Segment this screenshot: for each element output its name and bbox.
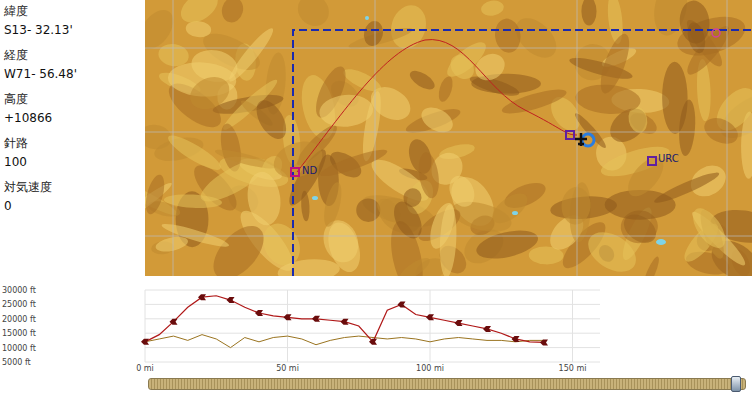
readout-value: +10866 [4,111,145,126]
waypoint-marker-icon[interactable] [483,326,491,332]
waypoint-marker-icon[interactable] [341,319,349,325]
waypoint-marker-icon[interactable] [170,319,178,325]
waypoint-marker-icon[interactable] [312,316,320,322]
waypoint-label: ND [302,165,317,177]
readout: 緯度 S13- 32.13' [4,4,145,38]
altitude-profile-chart: 30000 ft 25000 ft 20000 ft 15000 ft 10000 ft… [0,283,607,373]
terrain-map[interactable] [145,0,752,276]
route-line [297,40,577,172]
readout: 経度 W71- 56.48' [4,48,145,82]
waypoint-marker-icon[interactable] [512,336,520,342]
readout-panel: 緯度 S13- 32.13' 経度 W71- 56.48' 高度 +10866 針路 100 対… [0,0,145,276]
map[interactable]: ND URC [145,0,752,276]
top-row: 緯度 S13- 32.13' 経度 W71- 56.48' 高度 +10866 針路 100 対… [0,0,752,276]
readout-label: 経度 [4,48,145,63]
waypoint-icon[interactable] [291,168,299,176]
waypoint-marker-icon[interactable] [284,314,292,320]
readout: 対気速度 0 [4,180,145,214]
waypoint-icon[interactable] [566,131,574,139]
y-tick: 20000 ft [2,315,36,324]
x-tick: 50 mi [276,364,299,373]
y-tick: 15000 ft [2,329,36,338]
slider-thumb[interactable] [731,376,741,392]
altitude-series [145,296,544,343]
x-tick: 100 mi [416,364,444,373]
waypoint-icon[interactable] [648,157,656,165]
waypoint-marker-icon[interactable] [198,294,206,300]
readout-label: 対気速度 [4,180,145,195]
waypoint-marker-icon[interactable] [426,314,434,320]
waypoint-marker-icon[interactable] [455,320,463,326]
readout: 針路 100 [4,136,145,170]
waypoint-marker-icon[interactable] [398,301,406,307]
readout-value: 100 [4,155,145,170]
readout-value: W71- 56.48' [4,67,145,82]
readout-label: 針路 [4,136,145,151]
waypoint-marker-icon[interactable] [141,339,149,345]
waypoint-marker-icon[interactable] [255,310,263,316]
y-tick: 25000 ft [2,300,36,309]
marker-icon [712,29,720,37]
x-tick: 0 mi [136,364,154,373]
waypoint-marker-icon[interactable] [227,297,235,303]
readout-label: 高度 [4,92,145,107]
waypoint-marker-icon[interactable] [369,339,377,345]
aircraft-icon[interactable] [575,133,594,146]
readout-label: 緯度 [4,4,145,19]
x-tick: 150 mi [559,364,587,373]
flight-map-page: 緯度 S13- 32.13' 経度 W71- 56.48' 高度 +10866 針路 100 対… [0,0,752,401]
readout-value: S13- 32.13' [4,23,145,38]
timeline-slider[interactable] [148,378,746,390]
waypoint-marker-icon[interactable] [540,339,548,345]
boundary-line [293,30,752,276]
readout: 高度 +10866 [4,92,145,126]
terrain-series [145,335,544,348]
timeline-row [0,378,752,390]
profile-row: 30000 ft 25000 ft 20000 ft 15000 ft 10000 ft… [0,283,752,373]
readout-value: 0 [4,199,145,214]
y-tick: 5000 ft [2,358,31,367]
waypoint-label: URC [658,153,679,165]
y-tick: 10000 ft [2,344,36,353]
y-tick: 30000 ft [2,286,36,295]
